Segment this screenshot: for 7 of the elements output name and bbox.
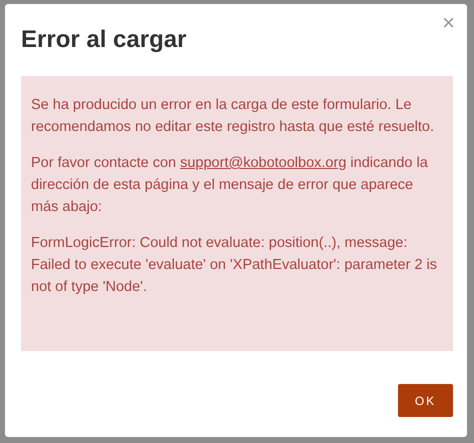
email-link[interactable]: support@kobotoolbox.org xyxy=(180,155,346,171)
alert-paragraph: Por favor contacte con support@kobotoolbox.org indicando la dirección de esta página y el mensaje de error que aparece más abajo: xyxy=(31,154,429,217)
alert-paragraph: FormLogicError: Could not evaluate: position(..), message: Failed to execute 'evaluate' on 'XPathEvaluator': parameter 2 is not of type 'Node'. xyxy=(31,234,438,297)
dialog-title: Error al cargar xyxy=(21,26,188,54)
close-button[interactable]: × xyxy=(438,10,459,36)
alert-paragraph: Se ha producido un error en la carga de este formulario. Le recomendamos no editar este registro hasta que esté resuelto. xyxy=(31,96,436,137)
ok-button[interactable]: OK xyxy=(398,384,453,417)
